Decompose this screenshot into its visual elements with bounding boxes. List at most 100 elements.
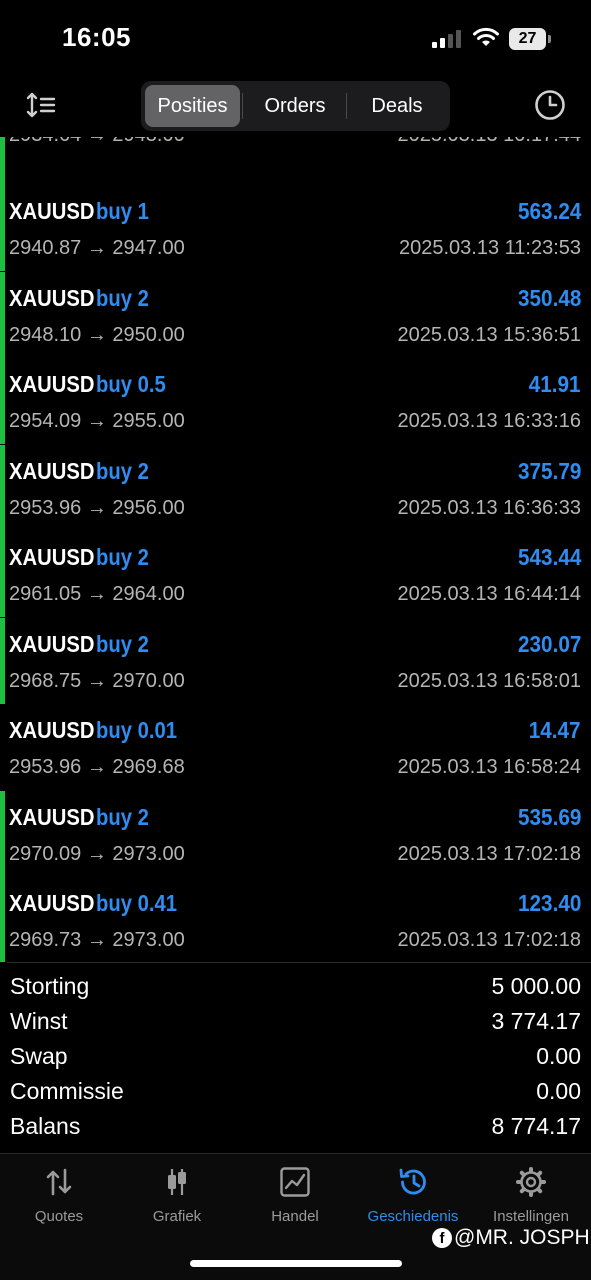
summary-row-swap: Swap 0.00	[0, 1040, 591, 1075]
list-item[interactable]: XAUUSD buy 1 563.24 2940.87 → 2947.00 2025.0…	[0, 185, 591, 271]
status-bar: 16:05 27	[0, 0, 591, 80]
list-item[interactable]: XAUUSD buy 2 535.69 2970.09 → 2973.00 2025.0…	[0, 790, 591, 877]
tab-posities[interactable]: Posities	[145, 85, 240, 127]
battery-level: 27	[509, 28, 546, 50]
trade-datetime: 2025.03.13 16:44:14	[397, 583, 581, 605]
trade-datetime: 2025.03.13 10:17:44	[397, 137, 581, 147]
trade-datetime: 2025.03.13 17:02:18	[397, 929, 581, 951]
trade-symbol: XAUUSD	[9, 371, 95, 397]
trade-prices: 2934.64 → 2943.00	[9, 137, 185, 147]
trade-symbol: XAUUSD	[9, 630, 95, 657]
segment-divider	[242, 93, 243, 119]
tab-orders[interactable]: Orders	[246, 85, 344, 127]
trade-direction: buy 2	[96, 803, 149, 830]
trade-chart-icon	[280, 1167, 310, 1197]
summary-value: 0.00	[536, 1078, 581, 1104]
tab-deals[interactable]: Deals	[348, 85, 446, 127]
top-toolbar: Posities Orders Deals	[0, 80, 591, 135]
trade-direction: buy 2	[96, 544, 149, 570]
battery-icon: 27	[509, 28, 551, 50]
tab-geschiedenis[interactable]: Geschiedenis	[354, 1154, 472, 1234]
list-item[interactable]: XAUUSD buy 0.41 123.40 2969.73 → 2973.00 202…	[0, 877, 591, 962]
tab-handel[interactable]: Handel	[236, 1154, 354, 1234]
summary-label: Storting	[10, 973, 90, 999]
history-icon	[399, 1168, 426, 1195]
trade-profit: 543.44	[517, 544, 581, 570]
trade-prices: 2970.09 → 2973.00	[9, 842, 185, 865]
summary-label: Swap	[10, 1043, 68, 1069]
positions-list[interactable]: 2934.64 → 2943.00 2025.03.13 10:17:44 XA…	[0, 137, 591, 962]
tab-grafiek[interactable]: Grafiek	[118, 1154, 236, 1234]
trade-prices: 2953.96 → 2956.00	[9, 496, 185, 519]
watermark-text: @MR. JOSPH	[454, 1226, 590, 1249]
trade-symbol: XAUUSD	[9, 198, 95, 224]
home-indicator[interactable]	[190, 1260, 402, 1267]
trade-profit: 563.24	[517, 198, 581, 224]
trade-profit: 14.47	[529, 717, 581, 743]
watermark: f @MR. JOSPH	[432, 1226, 590, 1250]
candlestick-icon	[168, 1169, 186, 1195]
quotes-icon	[46, 1168, 72, 1196]
summary-value: 8 774.17	[491, 1113, 581, 1139]
profit-indicator-bar	[0, 185, 5, 271]
trade-prices: 2969.73 → 2973.00	[9, 929, 185, 951]
summary-value: 5 000.00	[491, 973, 581, 999]
summary-label: Balans	[10, 1113, 81, 1139]
trade-direction: buy 0.5	[96, 371, 166, 397]
trade-datetime: 2025.03.13 15:36:51	[397, 323, 581, 346]
trade-symbol: XAUUSD	[9, 803, 95, 830]
trade-profit: 41.91	[529, 371, 581, 397]
tab-label: Instellingen	[493, 1208, 569, 1225]
bottom-tab-bar: Quotes Grafiek Handel Geschiedenis Inste…	[0, 1154, 591, 1280]
sort-icon[interactable]	[26, 90, 58, 122]
tab-instellingen[interactable]: Instellingen	[472, 1154, 590, 1234]
summary-label: Commissie	[10, 1078, 124, 1104]
profit-indicator-bar	[0, 271, 5, 358]
trade-direction: buy 2	[96, 457, 149, 484]
status-time: 16:05	[62, 22, 131, 52]
trade-profit: 375.79	[517, 457, 581, 484]
profit-indicator-bar	[0, 877, 5, 962]
gear-icon	[516, 1167, 546, 1197]
summary-value: 0.00	[536, 1043, 581, 1069]
list-item[interactable]: XAUUSD buy 0.01 14.47 2953.96 → 2969.68 2025…	[0, 704, 591, 790]
list-item[interactable]: XAUUSD buy 2 543.44 2961.05 → 2964.00 2025.0…	[0, 531, 591, 617]
profit-indicator-bar	[0, 358, 5, 444]
trade-profit: 350.48	[517, 284, 581, 311]
clock-icon[interactable]	[533, 88, 567, 122]
trade-direction: buy 0.01	[96, 717, 178, 743]
trade-symbol: XAUUSD	[9, 457, 95, 484]
trade-prices: 2954.09 → 2955.00	[9, 410, 185, 432]
list-item[interactable]: XAUUSD buy 2 230.07 2968.75 → 2970.00 2025.0…	[0, 617, 591, 704]
list-item[interactable]: XAUUSD buy 0.5 41.91 2954.09 → 2955.00 2025.…	[0, 358, 591, 444]
trade-symbol: XAUUSD	[9, 717, 95, 743]
trade-symbol: XAUUSD	[9, 890, 95, 916]
trade-datetime: 2025.03.13 11:23:53	[398, 237, 581, 259]
facebook-icon: f	[432, 1228, 452, 1248]
list-item[interactable]: XAUUSD buy 2 375.79 2953.96 → 2956.00 2025.0…	[0, 444, 591, 531]
trade-prices: 2961.05 → 2964.00	[9, 583, 185, 605]
trade-prices: 2968.75 → 2970.00	[9, 669, 185, 692]
profit-indicator-bar	[0, 617, 5, 704]
trade-prices: 2953.96 → 2969.68	[9, 756, 185, 778]
profit-indicator-bar	[0, 790, 5, 877]
trade-datetime: 2025.03.13 16:58:24	[397, 756, 581, 778]
tab-label: Grafiek	[152, 1208, 202, 1225]
profit-indicator-bar	[0, 444, 5, 531]
tab-quotes[interactable]: Quotes	[0, 1154, 118, 1234]
list-item[interactable]: XAUUSD buy 2 350.48 2948.10 → 2950.00 2025.0…	[0, 271, 591, 358]
segment-divider	[346, 93, 347, 119]
trade-symbol: XAUUSD	[9, 284, 95, 311]
trade-prices: 2948.10 → 2950.00	[9, 323, 185, 346]
trade-datetime: 2025.03.13 16:58:01	[397, 669, 581, 692]
trade-profit: 535.69	[517, 803, 581, 830]
trade-direction: buy 0.41	[96, 890, 178, 916]
trade-prices: 2940.87 → 2947.00	[9, 237, 185, 259]
summary-row-winst: Winst 3 774.17	[0, 1005, 591, 1040]
trade-datetime: 2025.03.13 17:02:18	[397, 842, 581, 865]
cellular-signal-icon	[432, 30, 461, 48]
divider	[7, 962, 591, 963]
trade-datetime: 2025.03.13 16:36:33	[397, 496, 581, 519]
tab-label: Geschiedenis	[367, 1208, 459, 1225]
wifi-icon	[473, 27, 499, 46]
